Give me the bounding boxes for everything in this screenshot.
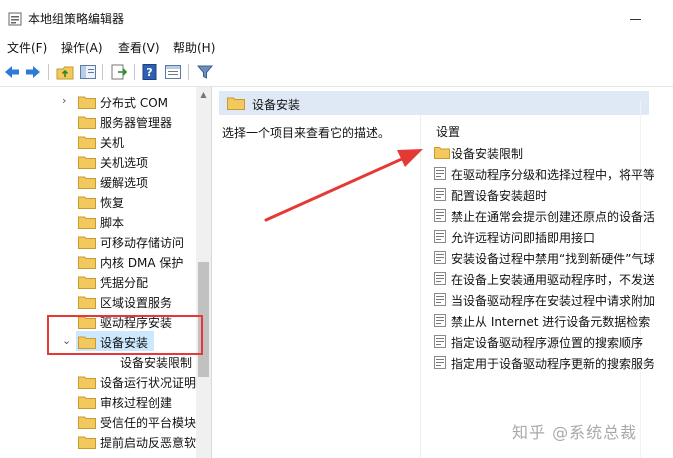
watermark-text: 知乎 @系统总裁 xyxy=(512,423,638,442)
annotation-arrow-icon xyxy=(264,149,423,222)
